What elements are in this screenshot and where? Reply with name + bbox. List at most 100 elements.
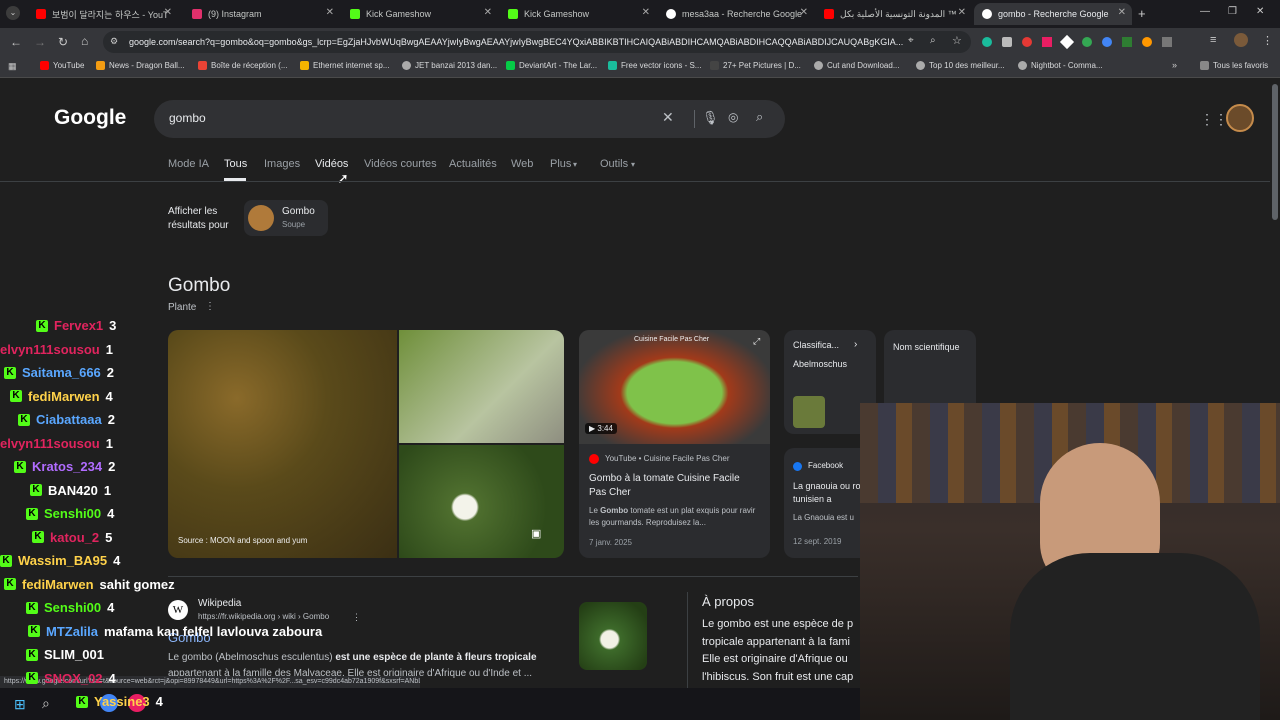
tab-plus[interactable]: Plus xyxy=(550,158,571,170)
extension-icon[interactable] xyxy=(1002,37,1012,47)
bookmark-item[interactable]: Free vector icons - S... xyxy=(608,61,701,70)
clear-icon[interactable]: ✕ xyxy=(662,109,674,126)
bookmark-label: JET banzai 2013 dan... xyxy=(415,61,498,70)
close-icon[interactable]: ✕ xyxy=(164,7,172,18)
desc-prefix: Le xyxy=(589,506,598,515)
tab-6[interactable]: gombo - Recherche Google ✕ xyxy=(974,3,1132,25)
bookmark-item[interactable]: Cut and Download... xyxy=(814,61,900,70)
tab-videos-courtes[interactable]: Vidéos courtes xyxy=(364,158,437,170)
pet-icon xyxy=(710,61,719,70)
forward-icon[interactable]: → xyxy=(34,35,46,49)
search-input[interactable]: gombo xyxy=(169,111,206,125)
close-icon[interactable]: ✕ xyxy=(642,7,650,18)
tab-0[interactable]: 보범이 달라지는 하우스 - YouT ✕ xyxy=(28,3,178,25)
close-icon[interactable]: ✕ xyxy=(484,7,492,18)
tab-videos[interactable]: Vidéos xyxy=(315,158,348,170)
okra-flower-image[interactable]: ▣ xyxy=(399,445,564,558)
streamer-body xyxy=(1010,553,1260,720)
zoom-icon[interactable]: ⌕ xyxy=(930,35,936,46)
lens-icon[interactable]: ◎ xyxy=(728,110,738,124)
divider xyxy=(0,181,1270,182)
bookmark-item[interactable]: 27+ Pet Pictures | D... xyxy=(710,61,801,70)
extension-icon[interactable] xyxy=(1082,37,1092,47)
image-gallery-icon[interactable]: ▣ xyxy=(531,527,541,540)
extension-icon[interactable] xyxy=(1022,37,1032,47)
search-icon[interactable]: ⌕ xyxy=(756,109,763,125)
bookmark-item[interactable]: YouTube xyxy=(40,61,84,70)
close-window-icon[interactable]: ✕ xyxy=(1256,6,1264,17)
more-options-icon[interactable]: ⋮ xyxy=(205,301,215,312)
refine-chip[interactable]: Gombo Soupe xyxy=(244,200,328,236)
scrollbar-thumb[interactable] xyxy=(1272,84,1278,220)
close-icon[interactable]: ✕ xyxy=(1118,7,1126,18)
microphone-icon[interactable]: 🎙 xyxy=(702,110,719,126)
bookmark-item[interactable]: JET banzai 2013 dan... xyxy=(402,61,497,70)
address-bar[interactable]: google.com/search?q=gombo&oq=gombo&gs_lc… xyxy=(103,31,971,53)
chat-text: 2 xyxy=(106,365,115,380)
more-options-icon[interactable]: ⋮ xyxy=(352,612,361,623)
tab-1[interactable]: (9) Instagram ✕ xyxy=(184,3,340,25)
divider xyxy=(687,592,688,688)
extension-icon[interactable] xyxy=(1042,37,1052,47)
extension-icon[interactable] xyxy=(1059,34,1075,50)
new-tab-button[interactable]: + xyxy=(1138,6,1146,21)
okra-fried-image[interactable]: Source : MOON and spoon and yum xyxy=(168,330,397,558)
account-avatar[interactable] xyxy=(1226,104,1254,132)
menu-icon[interactable]: ⋮ xyxy=(1262,34,1273,47)
tab-2[interactable]: Kick Gameshow ✕ xyxy=(342,3,498,25)
tab-4[interactable]: mesa3aa - Recherche Google ✕ xyxy=(658,3,814,25)
wiki-source[interactable]: Wikipedia xyxy=(198,598,241,609)
bookmark-item[interactable]: News - Dragon Ball... xyxy=(96,61,185,70)
site-info-icon[interactable]: ⚙ xyxy=(110,36,118,47)
tab-search-icon[interactable]: ⌄ xyxy=(6,6,20,20)
tab-web[interactable]: Web xyxy=(511,158,533,170)
close-icon[interactable]: ✕ xyxy=(800,7,808,18)
bookmark-star-icon[interactable]: ☆ xyxy=(952,34,962,47)
bookmark-item[interactable]: Nightbot - Comma... xyxy=(1018,61,1103,70)
maximize-icon[interactable]: ❐ xyxy=(1228,6,1237,17)
tab-tous[interactable]: Tous xyxy=(224,158,247,170)
tab-outils[interactable]: Outils xyxy=(600,158,628,170)
close-icon[interactable]: ✕ xyxy=(958,7,966,18)
kp-subtitle: Plante xyxy=(168,302,197,313)
puzzle-icon[interactable] xyxy=(1162,37,1172,47)
wiki-url[interactable]: https://fr.wikipedia.org › wiki › Gombo xyxy=(198,612,329,621)
video-title[interactable]: Gombo à la tomate Cuisine Facile Pas Che… xyxy=(589,472,759,500)
bookmark-item[interactable]: Boîte de réception (... xyxy=(198,61,288,70)
reload-icon[interactable]: ↻ xyxy=(58,35,68,49)
chat-username: elvyn111sousou xyxy=(0,435,100,451)
location-icon[interactable]: ⌖ xyxy=(908,35,914,46)
minimize-icon[interactable]: — xyxy=(1200,6,1210,17)
more-bookmarks-icon[interactable]: » xyxy=(1172,60,1177,70)
expand-icon[interactable]: ⤢ xyxy=(753,336,760,347)
search-icon[interactable]: ⌕ xyxy=(42,695,50,712)
extension-icon[interactable] xyxy=(1102,37,1112,47)
profile-avatar[interactable] xyxy=(1234,33,1248,47)
bookmark-item[interactable]: Ethernet internet sp... xyxy=(300,61,390,70)
extension-icon[interactable] xyxy=(982,37,992,47)
all-bookmarks[interactable]: Tous les favoris xyxy=(1200,61,1268,70)
bookmark-item[interactable]: Top 10 des meilleur... xyxy=(916,61,1005,70)
back-icon[interactable]: ← xyxy=(10,35,22,49)
bookmark-item[interactable]: DeviantArt - The Lar... xyxy=(506,61,597,70)
google-apps-icon[interactable]: ⋮⋮ xyxy=(1200,111,1228,128)
extension-icon[interactable] xyxy=(1142,37,1152,47)
close-icon[interactable]: ✕ xyxy=(326,7,334,18)
tab-5[interactable]: المدونة التونسية الأصلية بكل ™ ✕ xyxy=(816,3,972,25)
chat-text: 1 xyxy=(103,482,112,498)
tab-mode-ia[interactable]: Mode IA xyxy=(168,158,209,170)
media-icon[interactable]: ≡ xyxy=(1210,34,1216,46)
apps-icon[interactable]: ▦ xyxy=(8,61,17,72)
afficher-label: Afficher les résultats pour xyxy=(168,206,229,231)
windows-start-icon[interactable]: ⊞ xyxy=(14,696,26,713)
google-logo[interactable]: Google xyxy=(54,106,126,130)
search-box[interactable]: gombo ✕ 🎙 ◎ ⌕ xyxy=(154,100,785,138)
video-card[interactable]: Cuisine Facile Pas Cher ⤢ ▶ 3:44 YouTube… xyxy=(579,330,770,558)
tab-actualites[interactable]: Actualités xyxy=(449,158,497,170)
wiki-thumbnail[interactable] xyxy=(579,602,647,670)
tab-images[interactable]: Images xyxy=(264,158,300,170)
tab-3[interactable]: Kick Gameshow ✕ xyxy=(500,3,656,25)
extension-icon[interactable] xyxy=(1122,37,1132,47)
home-icon[interactable]: ⌂ xyxy=(81,34,88,48)
okra-sliced-image[interactable] xyxy=(399,330,564,443)
